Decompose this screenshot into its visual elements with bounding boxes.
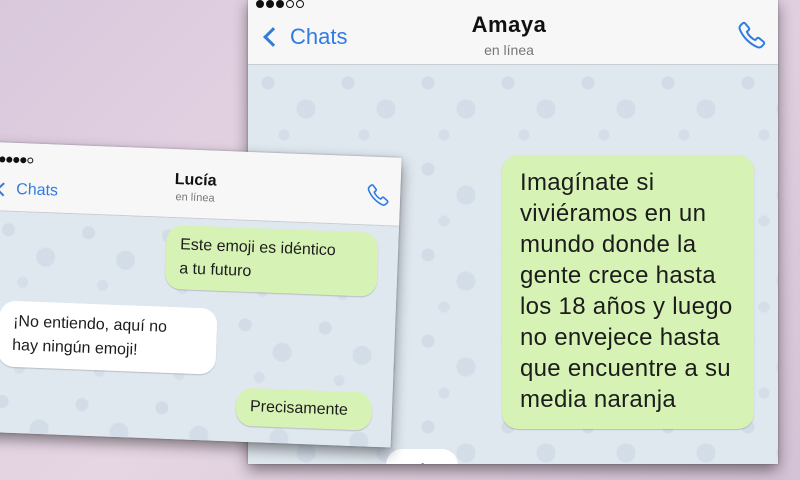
amaya-back-button[interactable]: Chats — [262, 24, 347, 50]
phone-icon[interactable] — [366, 182, 391, 207]
signal-dots-icon — [256, 0, 304, 8]
amaya-chat-header: Chats Amaya en línea — [248, 0, 778, 65]
amaya-contact-status: en línea — [484, 42, 534, 58]
signal-dots-icon — [0, 156, 34, 164]
lucia-contact-title[interactable]: Lucía en línea — [150, 170, 241, 205]
lucia-back-label: Chats — [15, 180, 59, 200]
message-bubble-outgoing[interactable]: Este emoji es idéntico a tu futuro — [164, 224, 379, 297]
chevron-left-icon — [0, 182, 11, 197]
lucia-contact-status: en línea — [175, 191, 215, 205]
amaya-contact-name: Amaya — [471, 12, 547, 37]
message-bubble-incoming[interactable]: ¡No entiendo, aquí no hay ningún emoji! — [0, 300, 218, 375]
message-bubble-incoming[interactable]: rtal — [386, 449, 458, 464]
message-bubble-outgoing[interactable]: Precisamente — [235, 387, 373, 431]
chevron-left-icon — [263, 27, 283, 47]
amaya-contact-title[interactable]: Amaya en línea — [448, 12, 570, 58]
lucia-back-button[interactable]: Chats — [0, 180, 58, 200]
lucia-contact-name: Lucía — [174, 171, 217, 190]
amaya-back-label: Chats — [290, 24, 348, 49]
phone-icon[interactable] — [737, 20, 767, 50]
lucia-chat-window: Chats Lucía en línea Este emoji es idént… — [0, 142, 402, 448]
message-bubble-outgoing[interactable]: Imagínate si viviéramos en un mundo dond… — [502, 155, 754, 429]
